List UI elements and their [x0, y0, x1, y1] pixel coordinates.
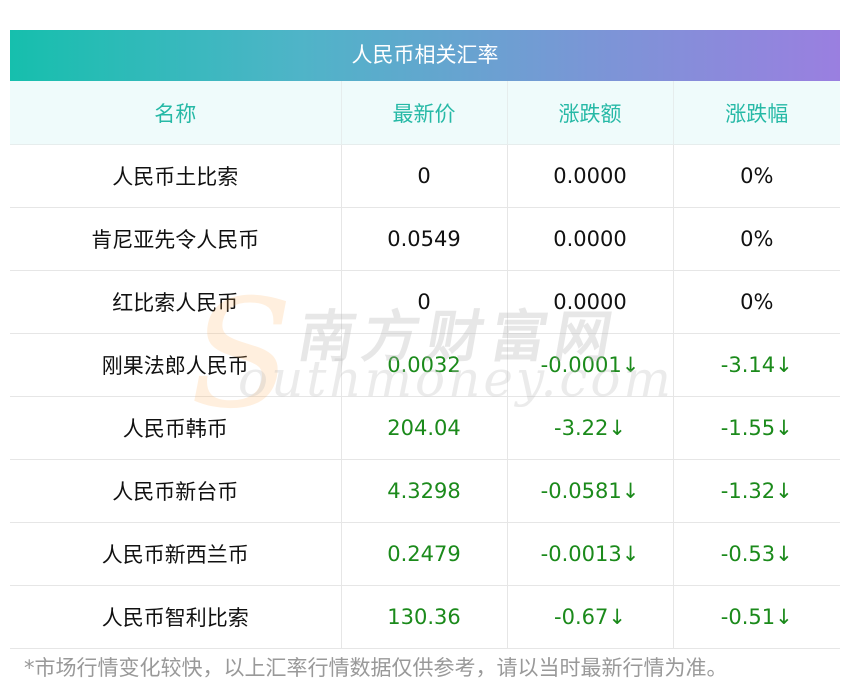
table-row[interactable]: 刚果法郎人民币 0.0032 -0.0001↓ -3.14↓: [10, 333, 840, 397]
change-percent: -3.14↓: [672, 333, 840, 397]
latest-price: 0.2479: [340, 522, 507, 586]
table-row[interactable]: 人民币新西兰币 0.2479 -0.0013↓ -0.53↓: [10, 522, 840, 586]
change-amount: -3.22↓: [506, 396, 673, 460]
header-name: 名称: [10, 81, 341, 145]
latest-price: 0: [340, 144, 507, 208]
currency-name[interactable]: 人民币新西兰币: [10, 522, 341, 586]
header-change: 涨跌额: [506, 81, 673, 145]
currency-name[interactable]: 刚果法郎人民币: [10, 333, 341, 397]
change-percent: 0%: [672, 270, 840, 334]
latest-price: 0.0549: [340, 207, 507, 271]
exchange-rate-card: 人民币相关汇率 名称 最新价 涨跌额 涨跌幅 人民币土比索 0 0.0000 0…: [10, 30, 840, 649]
exchange-rate-table: 名称 最新价 涨跌额 涨跌幅 人民币土比索 0 0.0000 0% 肯尼亚先令人…: [10, 81, 840, 649]
change-amount: 0.0000: [506, 270, 673, 334]
latest-price: 0.0032: [340, 333, 507, 397]
table-row[interactable]: 红比索人民币 0 0.0000 0%: [10, 270, 840, 334]
table-row[interactable]: 人民币智利比索 130.36 -0.67↓ -0.51↓: [10, 585, 840, 649]
change-amount: -0.67↓: [506, 585, 673, 649]
currency-name[interactable]: 人民币新台币: [10, 459, 341, 523]
change-percent: 0%: [672, 144, 840, 208]
change-percent: -0.51↓: [672, 585, 840, 649]
latest-price: 204.04: [340, 396, 507, 460]
change-percent: -1.32↓: [672, 459, 840, 523]
table-row[interactable]: 人民币新台币 4.3298 -0.0581↓ -1.32↓: [10, 459, 840, 523]
disclaimer-note: *市场行情变化较快，以上汇率行情数据仅供参考，请以当时最新行情为准。: [24, 656, 728, 680]
change-amount: -0.0013↓: [506, 522, 673, 586]
change-percent: -1.55↓: [672, 396, 840, 460]
currency-name[interactable]: 肯尼亚先令人民币: [10, 207, 341, 271]
change-amount: 0.0000: [506, 144, 673, 208]
latest-price: 4.3298: [340, 459, 507, 523]
change-percent: 0%: [672, 207, 840, 271]
table-header-row: 名称 最新价 涨跌额 涨跌幅: [10, 81, 840, 145]
latest-price: 0: [340, 270, 507, 334]
table-row[interactable]: 人民币土比索 0 0.0000 0%: [10, 144, 840, 208]
currency-name[interactable]: 人民币土比索: [10, 144, 341, 208]
change-percent: -0.53↓: [672, 522, 840, 586]
change-amount: 0.0000: [506, 207, 673, 271]
currency-name[interactable]: 人民币智利比索: [10, 585, 341, 649]
table-row[interactable]: 人民币韩币 204.04 -3.22↓ -1.55↓: [10, 396, 840, 460]
currency-name[interactable]: 人民币韩币: [10, 396, 341, 460]
header-pct: 涨跌幅: [672, 81, 840, 145]
table-title: 人民币相关汇率: [10, 30, 840, 81]
currency-name[interactable]: 红比索人民币: [10, 270, 341, 334]
latest-price: 130.36: [340, 585, 507, 649]
table-row[interactable]: 肯尼亚先令人民币 0.0549 0.0000 0%: [10, 207, 840, 271]
change-amount: -0.0001↓: [506, 333, 673, 397]
header-price: 最新价: [340, 81, 507, 145]
change-amount: -0.0581↓: [506, 459, 673, 523]
